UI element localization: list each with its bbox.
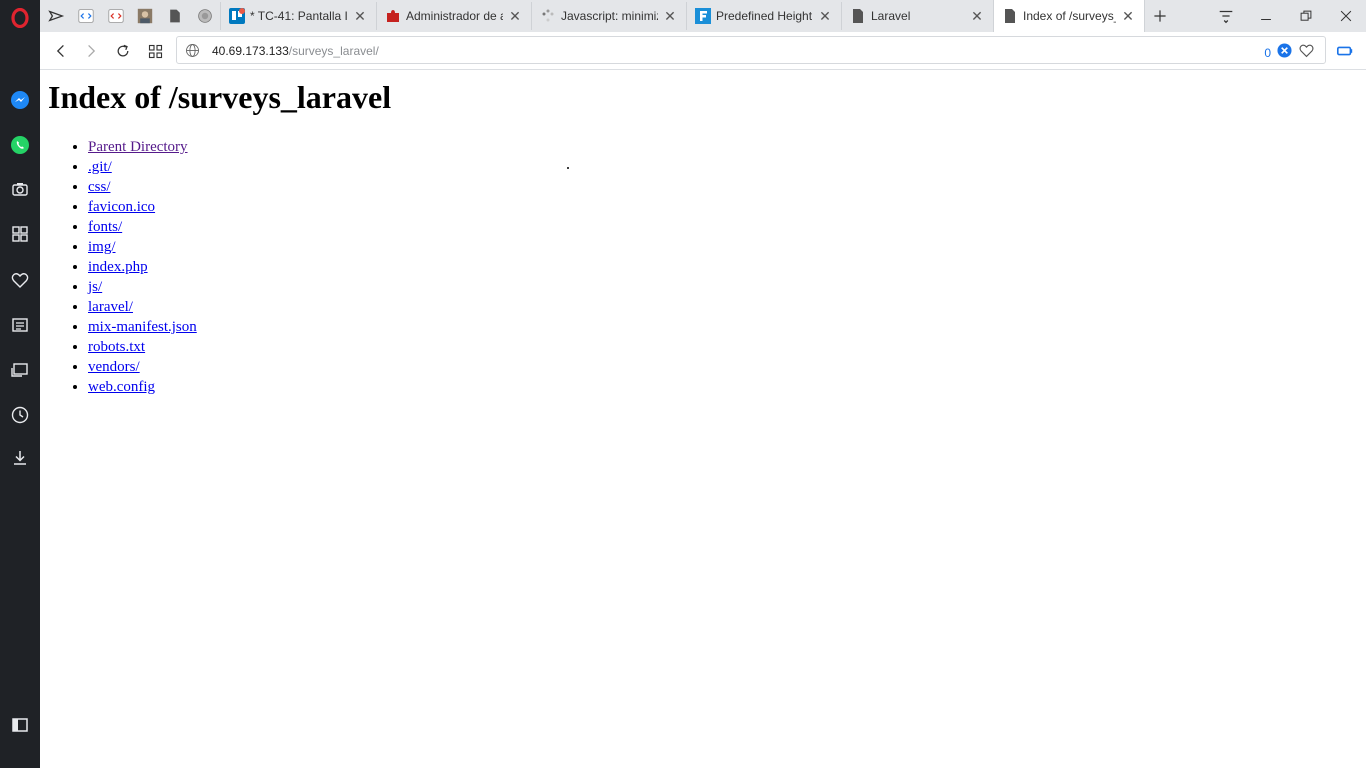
address-bar[interactable]: 40.69.173.133/surveys_laravel/ 0 (176, 36, 1326, 64)
list-item: robots.txt (88, 337, 197, 357)
list-item: web.config (88, 377, 197, 397)
url-text[interactable]: 40.69.173.133/surveys_laravel/ (212, 44, 379, 58)
opera-logo-icon[interactable] (6, 4, 34, 32)
directory-link[interactable]: index.php (88, 259, 148, 275)
list-item: index.php (88, 257, 197, 277)
directory-link[interactable]: laravel/ (88, 299, 133, 315)
history-icon[interactable] (6, 401, 34, 429)
speed-dial-icon[interactable] (144, 40, 166, 62)
address-bar-actions: 0 (1264, 42, 1315, 63)
page-icon (850, 8, 866, 24)
f-icon (695, 8, 711, 24)
news-icon[interactable] (6, 311, 34, 339)
close-icon[interactable]: ✕ (507, 8, 523, 24)
close-icon[interactable]: ✕ (352, 8, 368, 24)
directory-link[interactable]: .git/ (88, 159, 112, 175)
directory-link[interactable]: mix-manifest.json (88, 319, 197, 335)
tab-menu-icon[interactable] (1206, 0, 1246, 32)
cursor-dot (567, 167, 569, 169)
camera-icon[interactable] (6, 175, 34, 203)
list-item: mix-manifest.json (88, 317, 197, 337)
directory-link[interactable]: js/ (88, 279, 102, 295)
url-host: 40.69.173.133 (212, 44, 289, 58)
sidebar-toggle-icon[interactable] (6, 711, 34, 739)
avatar-icon[interactable] (135, 6, 155, 26)
code-icon[interactable] (106, 6, 126, 26)
new-tab-icon[interactable] (1150, 6, 1170, 26)
directory-link[interactable]: robots.txt (88, 339, 145, 355)
send-icon[interactable] (46, 6, 66, 26)
forward-icon[interactable] (80, 40, 102, 62)
tab-title: Administrador de a (406, 9, 503, 23)
list-item: css/ (88, 177, 197, 197)
list-item: js/ (88, 277, 197, 297)
tab-javascript[interactable]: Javascript: minimiz ✕ (531, 2, 686, 30)
page-icon (1002, 8, 1018, 24)
back-icon[interactable] (50, 40, 72, 62)
tab-title: * TC-41: Pantalla In (250, 9, 348, 23)
download-icon[interactable] (6, 444, 34, 472)
loading-icon (540, 8, 556, 24)
directory-link[interactable]: img/ (88, 239, 116, 255)
directory-link[interactable]: vendors/ (88, 359, 140, 375)
directory-link[interactable]: Parent Directory (88, 139, 188, 155)
directory-link[interactable]: fonts/ (88, 219, 122, 235)
minimize-icon[interactable] (1246, 0, 1286, 32)
url-path: /surveys_laravel/ (288, 44, 379, 58)
globe-icon[interactable] (195, 6, 215, 26)
trello-icon (229, 8, 245, 24)
restore-icon[interactable] (1286, 0, 1326, 32)
tab-title: Index of /surveys_l (1023, 9, 1116, 23)
close-icon[interactable]: ✕ (1120, 8, 1136, 24)
directory-link[interactable]: favicon.ico (88, 199, 155, 215)
close-icon[interactable]: ✕ (662, 8, 678, 24)
page-icon[interactable] (165, 6, 185, 26)
list-item: favicon.ico (88, 197, 197, 217)
opera-sidebar (0, 0, 40, 768)
globe-icon (185, 43, 200, 62)
tab-extensions[interactable]: Administrador de a ✕ (376, 2, 531, 30)
bookmark-heart-icon[interactable] (1298, 42, 1315, 63)
ad-block-icon[interactable] (1277, 43, 1292, 62)
tab-laravel[interactable]: Laravel ✕ (841, 2, 993, 30)
whatsapp-icon[interactable] (6, 131, 34, 159)
player-icon[interactable] (6, 356, 34, 384)
speed-dial-icon[interactable] (6, 220, 34, 248)
snapshot-icon[interactable] (1334, 40, 1356, 62)
directory-link[interactable]: web.config (88, 379, 155, 395)
tab-predefined-height[interactable]: Predefined Height ✕ (686, 2, 841, 30)
tab-trello[interactable]: * TC-41: Pantalla In ✕ (220, 2, 376, 30)
tab-title: Predefined Height (716, 9, 813, 23)
tab-index-of[interactable]: Index of /surveys_l ✕ (993, 0, 1145, 32)
list-item: vendors/ (88, 357, 197, 377)
puzzle-icon (385, 8, 401, 24)
list-item: laravel/ (88, 297, 197, 317)
list-item: .git/ (88, 157, 197, 177)
heart-icon[interactable] (6, 266, 34, 294)
list-item: fonts/ (88, 217, 197, 237)
address-toolbar: 40.69.173.133/surveys_laravel/ 0 (40, 32, 1366, 70)
close-icon[interactable]: ✕ (969, 8, 985, 24)
directory-link[interactable]: css/ (88, 179, 111, 195)
list-item: img/ (88, 237, 197, 257)
list-item: Parent Directory (88, 137, 197, 157)
close-icon[interactable]: ✕ (817, 8, 833, 24)
tab-strip: * TC-41: Pantalla In ✕ Administrador de … (40, 0, 1366, 32)
code-icon[interactable] (76, 6, 96, 26)
ad-block-count: 0 (1264, 45, 1271, 60)
reload-icon[interactable] (112, 40, 134, 62)
tab-title: Javascript: minimiz (561, 9, 658, 23)
directory-listing: Parent Directory .git/css/favicon.ico font… (48, 137, 197, 397)
tab-title: Laravel (871, 9, 911, 23)
page-title: Index of /surveys_laravel (48, 79, 392, 115)
close-window-icon[interactable] (1326, 0, 1366, 32)
page-content: Index of /surveys_laravel Parent Directo… (40, 71, 1366, 768)
messenger-icon[interactable] (6, 86, 34, 114)
